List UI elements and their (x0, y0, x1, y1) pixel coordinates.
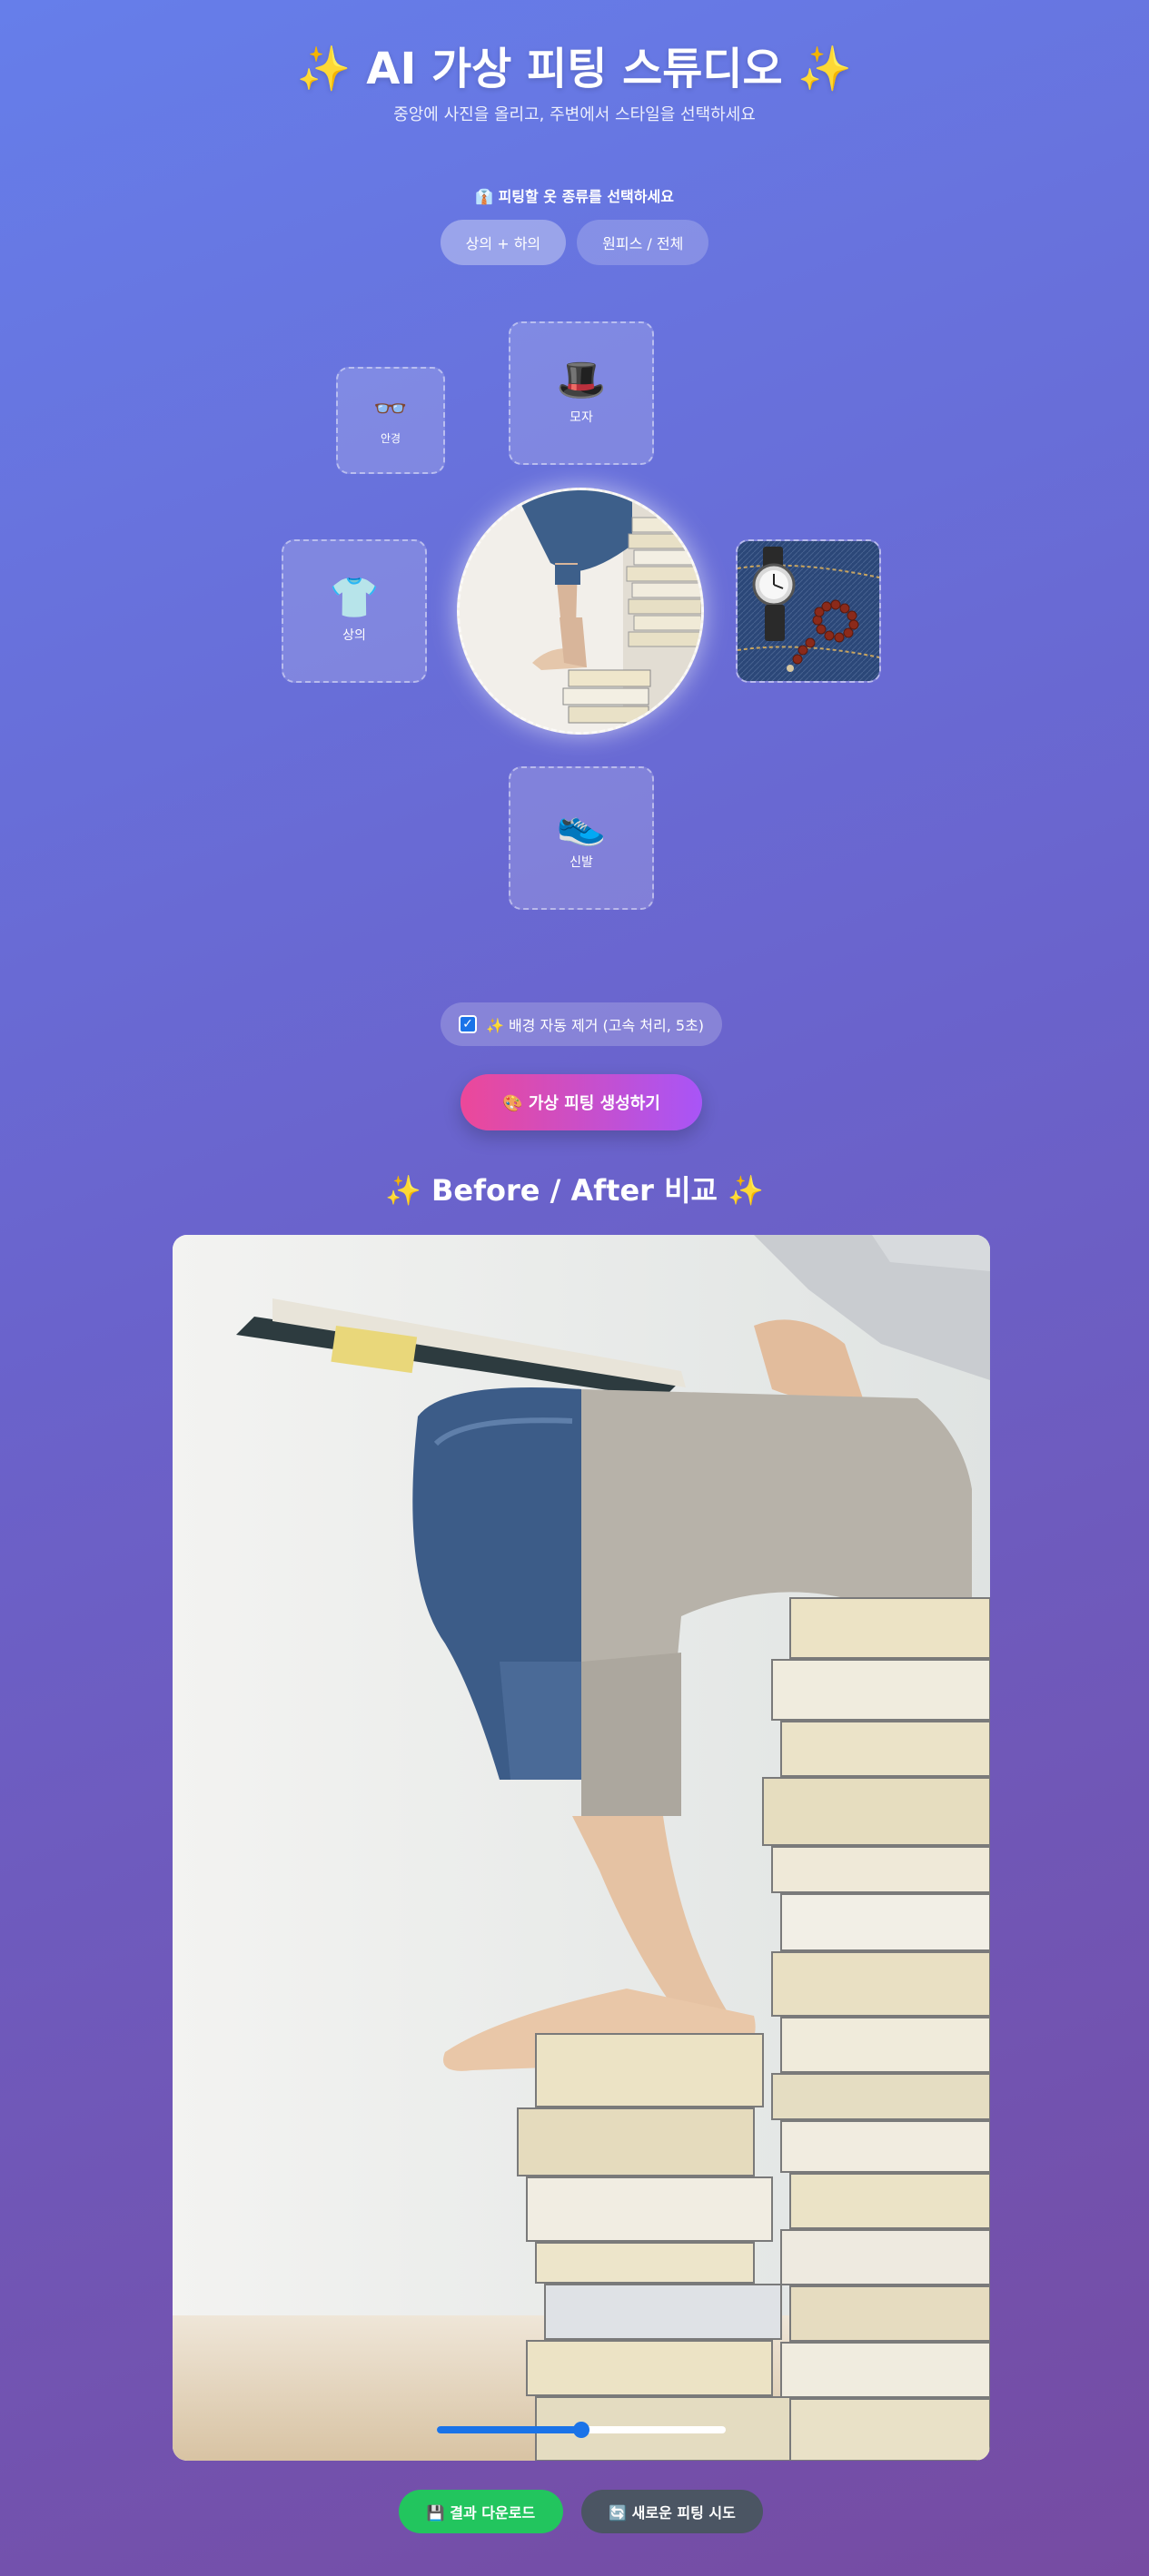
clothing-type-label: 👔 피팅할 옷 종류를 선택하세요 (475, 188, 674, 205)
background-removal-toggle[interactable]: ✓ ✨ 배경 자동 제거 (고속 처리, 5초) (441, 1002, 722, 1046)
page-subtitle: 중앙에 사진을 올리고, 주변에서 스타일을 선택하세요 (393, 105, 756, 124)
glasses-slot-label: 안경 (380, 431, 401, 445)
comparison-slider-handle[interactable] (573, 2422, 589, 2438)
shoes-slot[interactable]: 👟 신발 (509, 766, 654, 910)
before-after-comparison (173, 1235, 990, 2461)
shoes-slot-label: 신발 (570, 855, 593, 870)
background-removal-label: ✨ 배경 자동 제거 (고속 처리, 5초) (485, 1017, 705, 1034)
background-removal-checkbox[interactable]: ✓ (458, 1015, 477, 1033)
clothing-type-selector: 상의 + 하의 원피스 / 전체 (0, 220, 1149, 265)
comparison-title: ✨ Before / After 비교 ✨ (385, 1173, 764, 1208)
new-fitting-button[interactable]: 🔄 새로운 피팅 시도 (581, 2490, 763, 2533)
generate-fitting-button[interactable]: 🎨 가상 피팅 생성하기 (461, 1074, 702, 1130)
sneaker-icon: 👟 (556, 802, 607, 848)
page-title: ✨ AI 가상 피팅 스튜디오 ✨ (296, 44, 853, 94)
download-result-button[interactable]: 💾 결과 다운로드 (399, 2490, 563, 2533)
glasses-icon: 👓 (373, 392, 408, 425)
hat-icon: 🎩 (556, 357, 607, 403)
hat-slot[interactable]: 🎩 모자 (509, 321, 654, 465)
top-slot[interactable]: 👕 상의 (282, 539, 427, 683)
dress-full-button[interactable]: 원피스 / 전체 (577, 220, 709, 265)
hat-slot-label: 모자 (570, 410, 593, 425)
comparison-slider-fill (437, 2426, 581, 2433)
person-sitting-on-books-photo (460, 490, 701, 732)
top-slot-label: 상의 (342, 628, 366, 643)
jeans-watch-photo (738, 541, 879, 681)
glasses-slot[interactable]: 👓 안경 (336, 367, 445, 474)
tshirt-icon: 👕 (329, 575, 380, 621)
bottom-slot[interactable] (736, 539, 881, 683)
top-bottom-button[interactable]: 상의 + 하의 (440, 220, 567, 265)
comparison-photo (173, 1235, 990, 2461)
comparison-slider[interactable] (437, 2422, 726, 2438)
uploaded-photo-dropzone[interactable] (457, 488, 704, 735)
